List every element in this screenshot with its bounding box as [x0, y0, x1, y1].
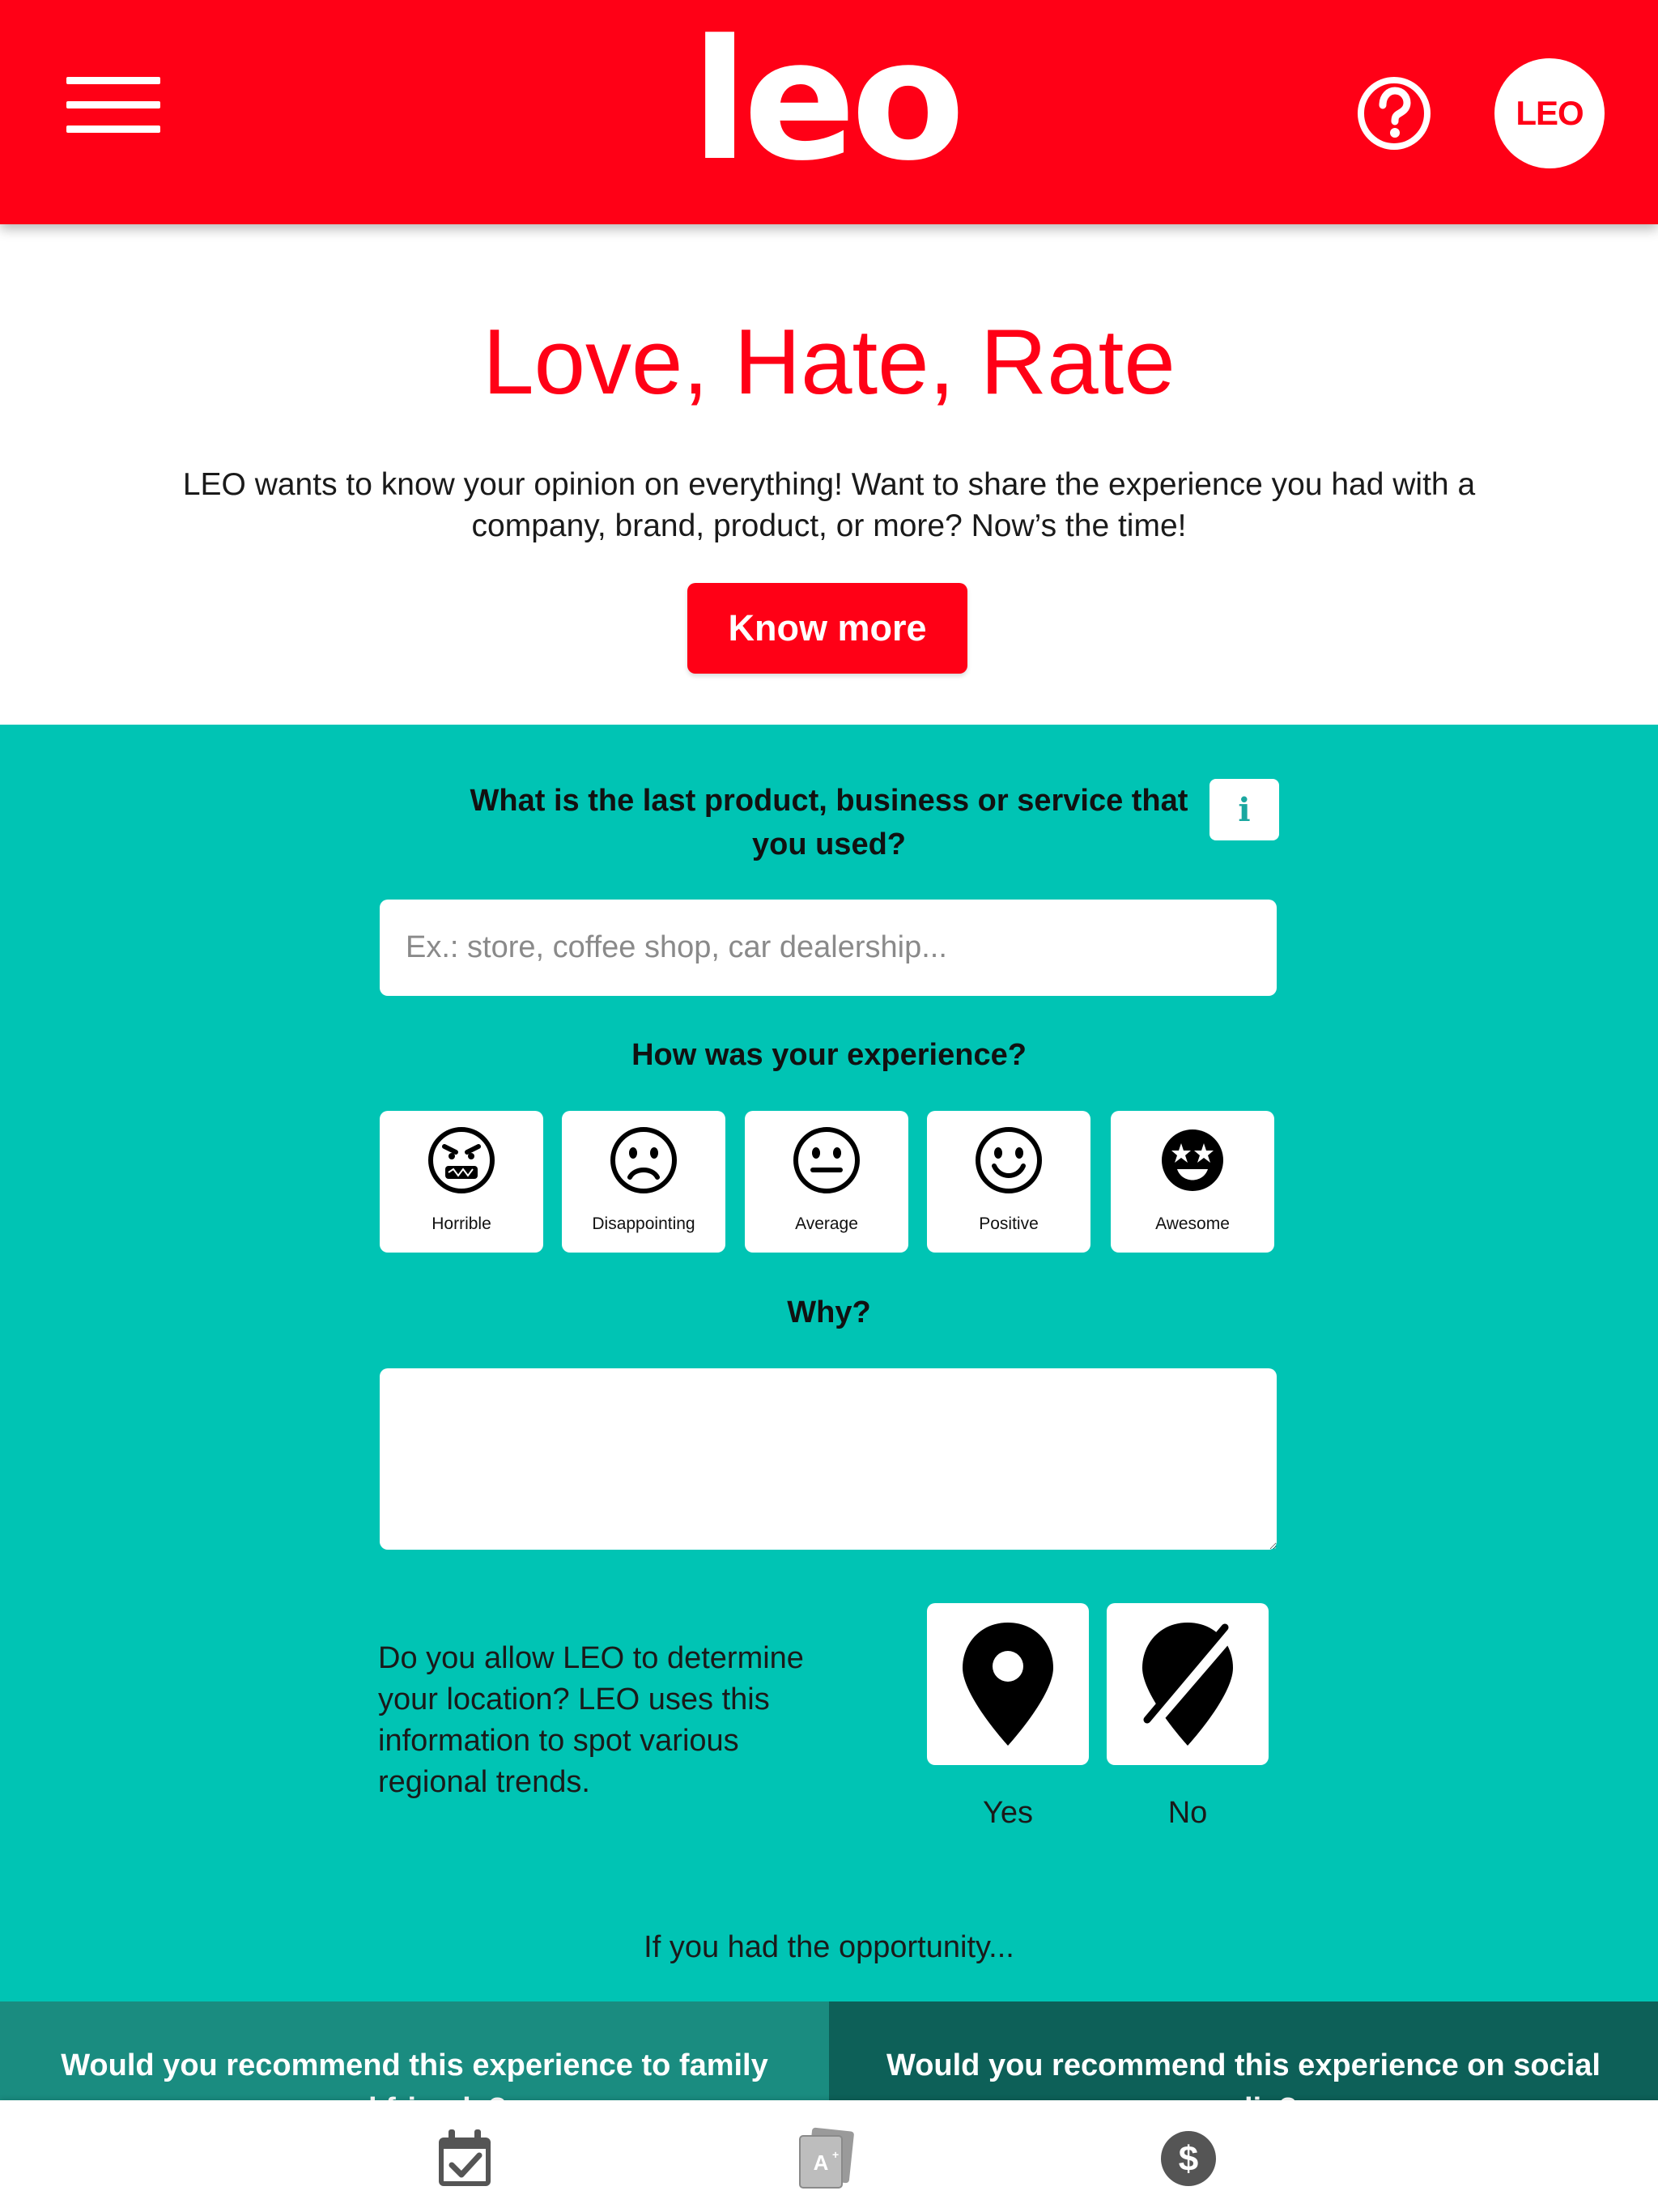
calendar-check-icon[interactable] [432, 2126, 497, 2191]
location-yes-button[interactable] [927, 1603, 1089, 1765]
rating-label: Disappointing [592, 1214, 695, 1233]
location-permission-text: Do you allow LEO to determine your locat… [378, 1641, 804, 1799]
svg-text:$: $ [1179, 2139, 1198, 2179]
rating-horrible-button[interactable]: Horrible [380, 1111, 543, 1253]
app-header: LEO LEO [0, 0, 1658, 224]
rating-label: Horrible [432, 1214, 491, 1233]
bottom-navigation: A + $ [0, 2100, 1658, 2212]
rating-average-button[interactable]: Average [745, 1111, 908, 1253]
info-icon[interactable]: i [1209, 779, 1279, 840]
why-textarea[interactable] [380, 1368, 1277, 1550]
why-question-label: Why? [787, 1295, 871, 1329]
svg-text:A: A [814, 2150, 829, 2175]
product-question-label: What is the last product, business or se… [470, 784, 1188, 861]
product-search-input[interactable] [380, 900, 1277, 996]
rating-disappointing-button[interactable]: Disappointing [562, 1111, 725, 1253]
star-eyes-face-icon [1162, 1129, 1223, 1191]
location-no-button[interactable] [1107, 1603, 1269, 1765]
recommend-family-label: Would you recommend this experience to f… [61, 2048, 768, 2107]
recommend-social-option[interactable]: Would you recommend this experience on s… [829, 2001, 1658, 2107]
angry-face-icon [428, 1127, 495, 1193]
avatar[interactable]: LEO [1494, 58, 1605, 168]
recommend-social-label: Would you recommend this experience on s… [886, 2048, 1601, 2107]
hamburger-menu-icon[interactable] [66, 77, 160, 134]
map-pin-off-icon [1142, 1623, 1238, 1746]
neutral-face-icon [793, 1127, 860, 1193]
rating-awesome-button[interactable]: Awesome [1111, 1111, 1274, 1253]
opportunity-text: If you had the opportunity... [644, 1930, 1014, 1964]
recommend-family-option[interactable]: Would you recommend this experience to f… [0, 2001, 829, 2107]
location-yes-label: Yes [983, 1796, 1033, 1830]
rating-label: Average [795, 1214, 858, 1233]
dollar-coin-icon[interactable]: $ [1156, 2126, 1221, 2191]
smiling-face-icon [976, 1127, 1042, 1193]
rating-label: Positive [979, 1214, 1039, 1233]
experience-question-label: How was your experience? [631, 1038, 1027, 1072]
rating-positive-button[interactable]: Positive [927, 1111, 1090, 1253]
svg-text:+: + [832, 2148, 839, 2161]
frowning-face-icon [610, 1127, 677, 1193]
intro-text: LEO wants to know your opinion on everyt… [182, 467, 1476, 543]
know-more-button[interactable]: Know more [687, 583, 967, 674]
leo-logo[interactable]: LEO [599, 8, 1052, 194]
rating-label: Awesome [1155, 1214, 1230, 1233]
location-no-label: No [1167, 1796, 1208, 1830]
cards-grade-icon[interactable]: A + [793, 2126, 858, 2191]
map-pin-icon [963, 1623, 1053, 1746]
app-root: LEO LEO Love, Hate, Rate LEO wants to kn… [0, 0, 1658, 2212]
page-title: Love, Hate, Rate [483, 311, 1175, 414]
question-circle-icon[interactable] [1355, 74, 1433, 152]
